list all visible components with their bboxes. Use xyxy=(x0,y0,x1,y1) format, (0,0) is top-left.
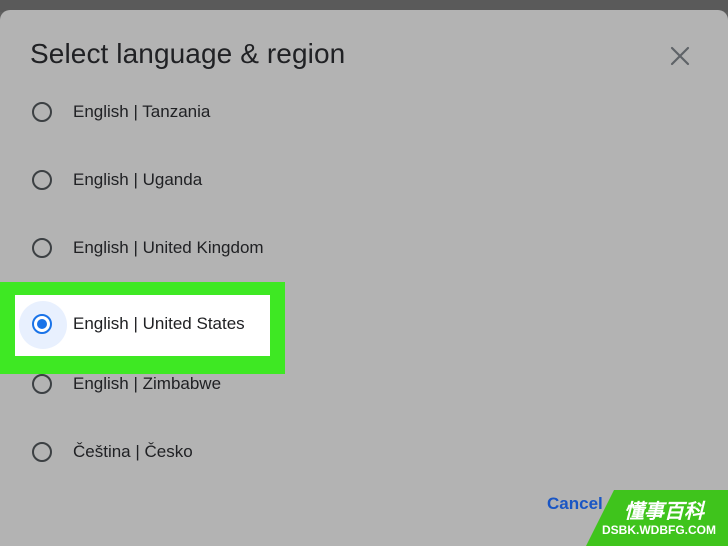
option-label: Čeština | Česko xyxy=(73,442,193,461)
watermark-text-cn: 懂事百科 xyxy=(624,499,704,523)
radio-button[interactable] xyxy=(32,374,52,394)
option-label: English | United Kingdom xyxy=(73,238,264,257)
dialog-title: Select language & region xyxy=(30,38,346,69)
option-label: English | United States xyxy=(73,314,245,333)
radio-button[interactable] xyxy=(32,442,52,462)
option-label: English | Tanzania xyxy=(73,102,211,121)
language-option-english-tanzania[interactable]: English | Tanzania xyxy=(0,80,728,148)
language-option-cestina-cesko[interactable]: Čeština | Česko xyxy=(0,420,728,472)
radio-button[interactable] xyxy=(32,102,52,122)
radio-dot xyxy=(37,319,47,329)
language-region-dialog: Select language & region English | Tanza… xyxy=(0,10,728,546)
option-label: English | Uganda xyxy=(73,170,203,189)
language-option-english-united-kingdom[interactable]: English | United Kingdom xyxy=(0,216,728,284)
close-icon xyxy=(670,46,690,66)
language-option-english-united-states[interactable]: English | United States xyxy=(0,292,728,360)
option-label: English | Zimbabwe xyxy=(73,374,222,393)
highlight-inner: English | United States xyxy=(15,295,270,356)
radio-button-selected[interactable] xyxy=(32,314,52,334)
watermark-text-en: DSBK.WDBFG.COM xyxy=(602,523,716,537)
highlight-box: English | United States xyxy=(0,282,285,374)
language-options-list: English | Tanzania English | Uganda Engl… xyxy=(0,80,728,472)
language-option-english-uganda[interactable]: English | Uganda xyxy=(0,148,728,216)
radio-button[interactable] xyxy=(32,170,52,190)
watermark-logo: 懂事百科 DSBK.WDBFG.COM xyxy=(586,490,728,546)
close-button[interactable] xyxy=(664,40,696,72)
radio-button[interactable] xyxy=(32,238,52,258)
